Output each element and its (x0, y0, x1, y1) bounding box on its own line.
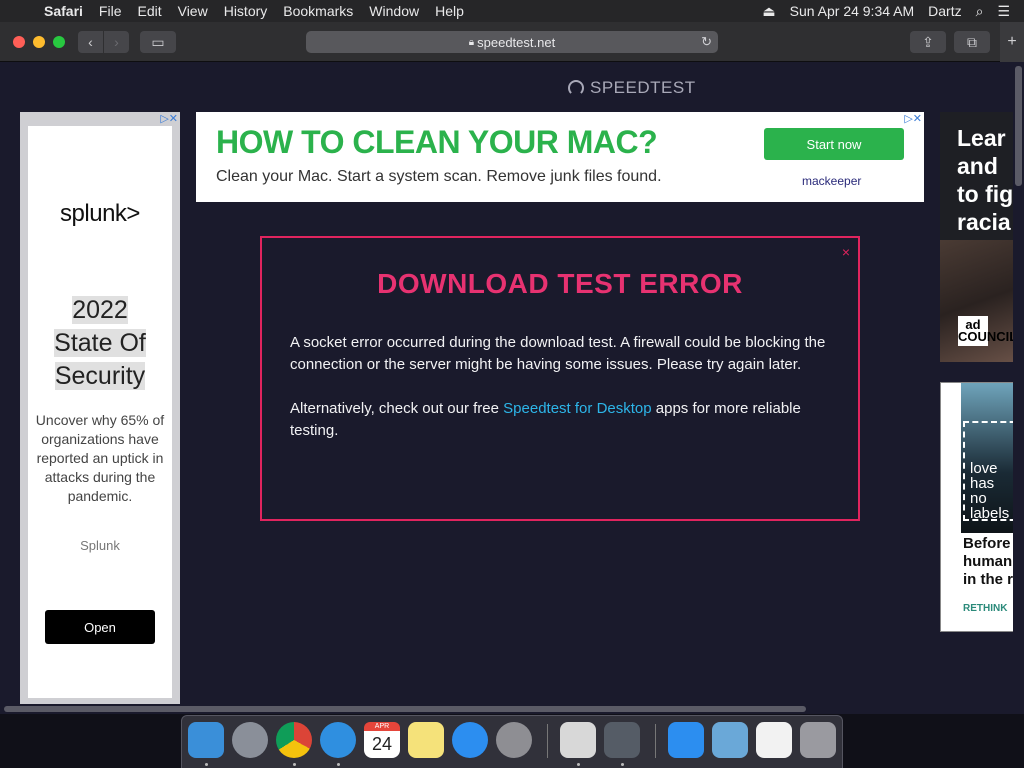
notes-icon[interactable] (408, 722, 444, 758)
right-ad-text: Before human in the r (963, 535, 1014, 588)
right-ad-top[interactable]: Lear and to fig racia ad COUNCIL (940, 112, 1024, 362)
running-indicator (205, 763, 208, 766)
vertical-scroll-thumb[interactable] (1015, 66, 1022, 186)
sidebar-icon: ▭ (151, 33, 165, 50)
safari-icon[interactable] (320, 722, 356, 758)
splunk-brand: Splunk (80, 538, 120, 553)
share-button[interactable]: ⇪ (910, 31, 946, 53)
menu-datetime[interactable]: Sun Apr 24 9:34 AM (790, 3, 915, 19)
show-all-tabs-button[interactable]: ⧉ (954, 31, 990, 53)
browser-toolbar: ‹ › ▭ 🔒︎ speedtest.net ↻ ⇪ ⧉ (0, 22, 1024, 62)
menu-view[interactable]: View (170, 0, 216, 22)
dock-separator (655, 724, 656, 758)
web-page: SPEEDTEST ▷✕ splunk> 2022 State Of Secur… (0, 62, 1024, 714)
sidebar-toggle-button[interactable]: ▭ (140, 31, 176, 53)
chevron-left-icon: ‹ (88, 34, 93, 50)
chevron-right-icon: › (114, 34, 119, 50)
share-icon: ⇪ (922, 33, 934, 50)
alternative-message: Alternatively, check out our free Speedt… (290, 398, 830, 442)
calendar-icon[interactable]: APR 24 (364, 722, 400, 758)
launchpad-icon[interactable] (232, 722, 268, 758)
close-window-button[interactable] (13, 36, 25, 48)
menu-edit[interactable]: Edit (129, 0, 169, 22)
utilities-icon[interactable] (604, 722, 640, 758)
eject-icon[interactable]: ⏏ (762, 3, 775, 20)
adchoices-icon[interactable]: ▷✕ (904, 112, 922, 125)
dock-separator (547, 724, 548, 758)
document-icon[interactable] (756, 722, 792, 758)
splunk-logo: splunk> (60, 200, 140, 227)
splunk-headline-line-1: 2022 (72, 296, 128, 324)
spotlight-search-icon[interactable]: ⌕ (976, 3, 984, 20)
splunk-open-button[interactable]: Open (45, 610, 155, 644)
ad-council-logo-text: ad COUNCIL (958, 317, 1018, 344)
error-message: A socket error occurred during the downl… (290, 334, 826, 373)
script-editor-icon[interactable] (560, 722, 596, 758)
speedtest-logo[interactable]: SPEEDTEST (568, 78, 696, 98)
menu-history[interactable]: History (216, 0, 276, 22)
running-indicator (621, 763, 624, 766)
ad-council-logo: ad COUNCIL (958, 316, 1018, 346)
download-error-modal: × DOWNLOAD TEST ERROR A socket error occ… (260, 236, 860, 521)
alternative-prefix: Alternatively, check out our free (290, 400, 504, 417)
downloads-folder-icon[interactable] (712, 722, 748, 758)
screen: Safari File Edit View History Bookmarks … (0, 0, 1024, 768)
splunk-headline: 2022 State Of Security (28, 294, 172, 393)
address-bar[interactable]: 🔒︎ speedtest.net ↻ (306, 31, 718, 53)
left-sidebar-ad[interactable]: ▷✕ splunk> 2022 State Of Security Uncove… (20, 112, 180, 710)
menu-help[interactable]: Help (427, 0, 472, 22)
new-tab-button[interactable]: + (1000, 22, 1024, 62)
system-preferences-icon[interactable] (496, 722, 532, 758)
trash-icon[interactable] (800, 722, 836, 758)
calendar-month: APR (364, 722, 400, 731)
menu-bar: Safari File Edit View History Bookmarks … (0, 0, 1024, 22)
splunk-body-text: Uncover why 65% of organizations have re… (35, 412, 165, 504)
dock: APR 24 (181, 715, 843, 768)
back-button[interactable]: ‹ (78, 31, 103, 53)
top-banner-ad[interactable]: ▷✕ HOW TO CLEAN YOUR MAC? Clean your Mac… (196, 112, 924, 202)
modal-body: A socket error occurred during the downl… (290, 332, 830, 442)
mackeeper-start-button[interactable]: Start now (764, 128, 904, 160)
calendar-day: 24 (371, 734, 393, 754)
ad-council-text: Lear and to fig racia (957, 125, 1014, 235)
right-ad-bottom[interactable]: love has no labels Before human in the r… (940, 382, 1024, 632)
speedometer-icon (568, 80, 584, 96)
finder-icon[interactable] (188, 722, 224, 758)
reload-icon[interactable]: ↻ (701, 34, 712, 50)
menu-file[interactable]: File (91, 0, 130, 22)
splunk-headline-line-2: State Of (54, 329, 146, 357)
menu-user[interactable]: Dartz (928, 3, 961, 19)
close-icon[interactable]: × (842, 244, 850, 260)
minimize-window-button[interactable] (33, 36, 45, 48)
lock-icon: 🔒︎ (468, 36, 475, 48)
splunk-ad-content[interactable]: ▷✕ splunk> 2022 State Of Security Uncove… (28, 113, 178, 698)
mackeeper-logo: mackeeper (802, 174, 862, 188)
app-store-icon[interactable] (452, 722, 488, 758)
mackeeper-headline[interactable]: HOW TO CLEAN YOUR MAC? (216, 124, 658, 161)
speedtest-logo-text: SPEEDTEST (590, 78, 696, 97)
notification-center-icon[interactable]: ☰ (997, 3, 1010, 20)
adchoices-icon[interactable]: ▷✕ (160, 112, 178, 125)
horizontal-scroll-thumb[interactable] (4, 706, 806, 712)
running-indicator (577, 763, 580, 766)
running-indicator (337, 763, 340, 766)
menu-bookmarks[interactable]: Bookmarks (275, 0, 361, 22)
modal-title: DOWNLOAD TEST ERROR (377, 268, 743, 299)
url-text: speedtest.net (477, 34, 556, 50)
splunk-headline-line-3: Security (54, 362, 146, 390)
fullscreen-window-button[interactable] (53, 36, 65, 48)
running-indicator (293, 763, 296, 766)
app-store-folder-icon[interactable] (668, 722, 704, 758)
speedtest-desktop-link[interactable]: Speedtest for Desktop (503, 400, 651, 417)
rethink-link[interactable]: RETHINK (963, 603, 1007, 614)
mackeeper-subtext: Clean your Mac. Start a system scan. Rem… (216, 168, 662, 185)
forward-button[interactable]: › (104, 31, 129, 53)
menu-window[interactable]: Window (361, 0, 427, 22)
horizontal-scrollbar[interactable] (0, 704, 1024, 714)
chrome-icon[interactable] (276, 722, 312, 758)
menu-app-name[interactable]: Safari (40, 0, 91, 22)
plus-icon: + (1007, 33, 1017, 50)
tabs-icon: ⧉ (967, 33, 977, 50)
vertical-scrollbar[interactable] (1013, 62, 1024, 704)
